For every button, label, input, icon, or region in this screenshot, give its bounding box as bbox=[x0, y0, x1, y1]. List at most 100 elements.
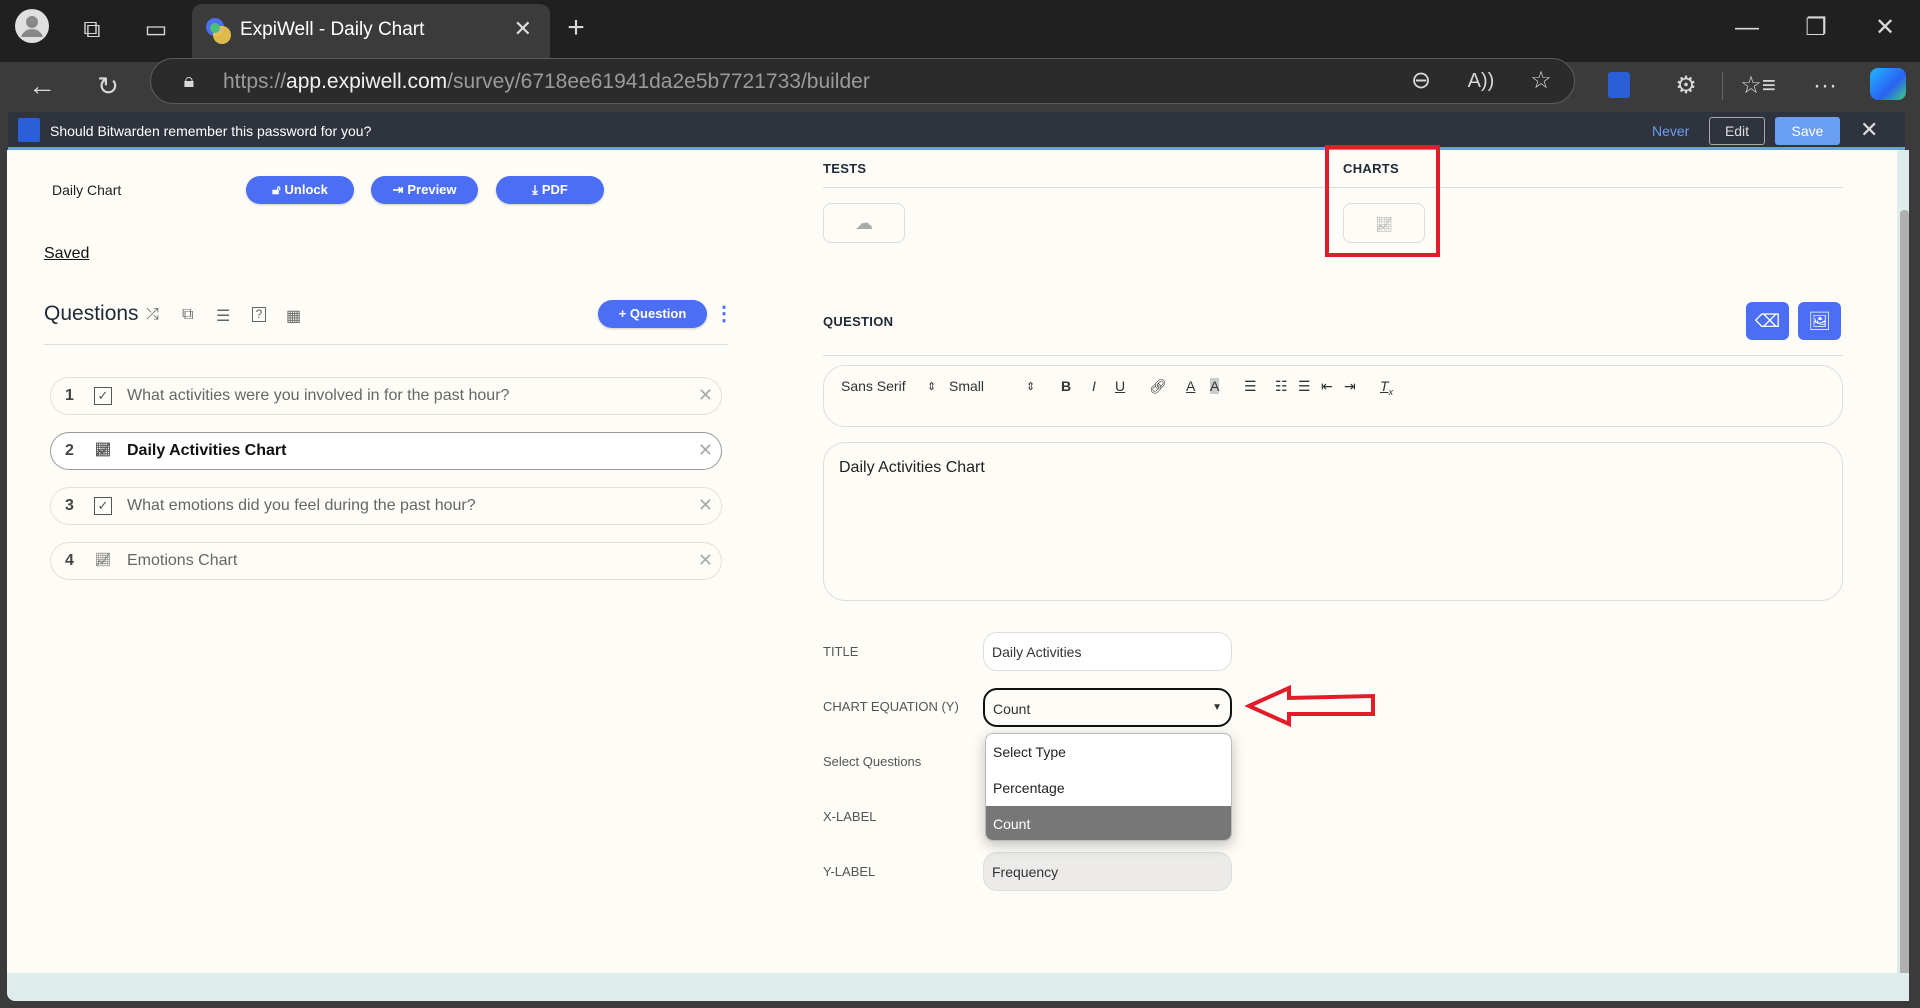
zoom-out-icon[interactable]: ⊖ bbox=[1401, 61, 1441, 101]
delete-question-icon[interactable]: ✕ bbox=[698, 495, 713, 516]
copy-icon[interactable]: ⧉ bbox=[182, 306, 193, 324]
shuffle-icon[interactable]: ⤮ bbox=[146, 306, 159, 324]
new-tab-icon[interactable]: + bbox=[556, 8, 596, 48]
copilot-icon[interactable] bbox=[1870, 68, 1906, 100]
delete-question-icon[interactable]: ✕ bbox=[698, 440, 713, 461]
unlock-button[interactable]: 🔓︎ Unlock bbox=[246, 176, 354, 204]
y-label-input[interactable]: Frequency bbox=[983, 852, 1232, 891]
workspaces-icon[interactable]: ⧉ bbox=[72, 10, 112, 50]
more-options-icon[interactable]: ⋮ bbox=[714, 300, 734, 328]
question-number: 3 bbox=[65, 497, 74, 514]
question-text-editor[interactable]: Daily Activities Chart bbox=[823, 442, 1843, 601]
brain-test-button[interactable]: ☁ bbox=[823, 203, 905, 243]
pdf-button[interactable]: ⤓ PDF bbox=[496, 176, 604, 204]
back-icon[interactable]: ← bbox=[22, 66, 62, 106]
question-text: What emotions did you feel during the pa… bbox=[127, 497, 476, 514]
expiwell-favicon-icon bbox=[206, 18, 232, 44]
question-text: Emotions Chart bbox=[127, 552, 238, 569]
read-aloud-icon[interactable]: A)) bbox=[1461, 61, 1501, 101]
bitwarden-edit-button[interactable]: Edit bbox=[1709, 117, 1765, 145]
question-item[interactable]: 1 ✓ What activities were you involved in… bbox=[50, 377, 722, 415]
scrollbar-thumb[interactable] bbox=[1900, 210, 1909, 973]
dropdown-option[interactable]: Percentage bbox=[986, 770, 1231, 806]
underline-icon[interactable]: U bbox=[1115, 378, 1125, 394]
eraser-button[interactable]: ⌫ bbox=[1746, 302, 1789, 340]
text-color-icon[interactable]: A bbox=[1186, 378, 1195, 394]
outdent-icon[interactable]: ⇤ bbox=[1321, 378, 1333, 395]
bitwarden-logo-icon bbox=[18, 118, 40, 142]
font-size-select[interactable]: Small bbox=[949, 378, 984, 394]
annotation-highlight-box bbox=[1325, 145, 1440, 257]
reload-icon[interactable]: ↻ bbox=[88, 66, 128, 106]
add-question-button[interactable]: + Question bbox=[598, 300, 707, 328]
tab-close-icon[interactable]: ✕ bbox=[514, 16, 532, 42]
checkbox-question-icon: ✓ bbox=[94, 497, 112, 515]
question-item-active[interactable]: 2 📈︎ Daily Activities Chart ✕ bbox=[50, 432, 722, 470]
question-number: 1 bbox=[65, 387, 74, 404]
question-number: 4 bbox=[65, 552, 74, 569]
window-close-icon[interactable]: ✕ bbox=[1865, 8, 1905, 48]
dropdown-option[interactable]: Select Type bbox=[986, 734, 1231, 770]
saved-status-link[interactable]: Saved bbox=[44, 245, 89, 263]
indent-icon[interactable]: ⇥ bbox=[1344, 378, 1356, 395]
extensions-icon[interactable]: ⚙ bbox=[1666, 66, 1706, 106]
x-label-label: X-LABEL bbox=[823, 809, 877, 824]
question-text: Daily Activities Chart bbox=[127, 442, 287, 459]
preview-button[interactable]: ⇥ Preview bbox=[371, 176, 478, 204]
page-footer-bar bbox=[7, 973, 1905, 1001]
address-bar[interactable]: 🔒︎ https://app.expiwell.com/survey/6718e… bbox=[150, 58, 1575, 104]
align-icon[interactable]: ☰ bbox=[1244, 378, 1257, 395]
italic-icon[interactable]: I bbox=[1092, 378, 1096, 394]
bitwarden-save-button[interactable]: Save bbox=[1775, 117, 1840, 145]
more-menu-icon[interactable]: ··· bbox=[1805, 66, 1845, 106]
lock-icon[interactable]: 🔒︎ bbox=[169, 61, 209, 101]
bullet-list-icon[interactable]: ☰ bbox=[1298, 378, 1311, 395]
font-family-select[interactable]: Sans Serif bbox=[841, 378, 906, 394]
bitwarden-message: Should Bitwarden remember this password … bbox=[50, 123, 372, 139]
checkbox-question-icon: ✓ bbox=[94, 387, 112, 405]
bitwarden-extension-icon[interactable] bbox=[1608, 72, 1630, 98]
editor-content[interactable]: Daily Activities Chart bbox=[839, 459, 985, 477]
ordered-list-icon[interactable]: ☷ bbox=[1275, 378, 1288, 395]
image-button[interactable]: 🖼︎ bbox=[1798, 302, 1841, 340]
profile-icon[interactable] bbox=[12, 8, 52, 57]
questions-heading: Questions bbox=[44, 302, 139, 325]
delete-question-icon[interactable]: ✕ bbox=[698, 550, 713, 571]
question-section-label: QUESTION bbox=[823, 314, 894, 329]
browser-tab-active[interactable]: ExpiWell - Daily Chart ✕ bbox=[192, 4, 550, 62]
questions-divider bbox=[44, 344, 728, 345]
calendar-icon[interactable]: ▦ bbox=[286, 306, 301, 326]
chart-title-input[interactable]: Daily Activities bbox=[983, 632, 1232, 671]
chart-equation-select[interactable]: Count ▼ bbox=[983, 688, 1232, 727]
chart-question-icon: 📈︎ bbox=[94, 442, 112, 457]
minimize-icon[interactable]: — bbox=[1727, 8, 1767, 48]
favorite-star-icon[interactable]: ☆ bbox=[1521, 61, 1561, 101]
unlock-label: Unlock bbox=[284, 182, 328, 197]
question-item[interactable]: 3 ✓ What emotions did you feel during th… bbox=[50, 487, 722, 525]
y-label-label: Y-LABEL bbox=[823, 864, 876, 879]
favorites-icon[interactable]: ☆≡ bbox=[1738, 66, 1778, 106]
delete-question-icon[interactable]: ✕ bbox=[698, 385, 713, 406]
annotation-arrow bbox=[1245, 684, 1375, 728]
question-item[interactable]: 4 📈︎ Emotions Chart ✕ bbox=[50, 542, 722, 580]
chart-equation-label: CHART EQUATION (Y) bbox=[823, 699, 959, 714]
chart-question-icon: 📈︎ bbox=[94, 552, 112, 567]
preview-label: Preview bbox=[407, 182, 457, 197]
font-select-arrows-icon[interactable]: ⇕ bbox=[927, 380, 936, 393]
bold-icon[interactable]: B bbox=[1061, 378, 1071, 394]
list-icon[interactable]: ☰ bbox=[216, 306, 230, 326]
vertical-tabs-icon[interactable]: ▭ bbox=[136, 10, 176, 50]
bitwarden-close-icon[interactable]: ✕ bbox=[1860, 117, 1878, 143]
dropdown-caret-icon: ▼ bbox=[1212, 702, 1222, 713]
background-color-icon[interactable]: A bbox=[1210, 378, 1220, 394]
link-icon[interactable]: 🔗︎ bbox=[1149, 378, 1167, 395]
bitwarden-never-button[interactable]: Never bbox=[1652, 123, 1689, 139]
tests-section-label: TESTS bbox=[823, 161, 867, 176]
dropdown-option-selected[interactable]: Count bbox=[986, 806, 1231, 840]
size-select-arrows-icon[interactable]: ⇕ bbox=[1026, 380, 1035, 393]
help-icon[interactable]: ? bbox=[252, 307, 266, 322]
restore-icon[interactable]: ❐ bbox=[1796, 8, 1836, 48]
unlock-icon: 🔓︎ bbox=[272, 182, 281, 197]
url-text[interactable]: https://app.expiwell.com/survey/6718ee61… bbox=[223, 70, 870, 94]
clear-format-icon[interactable]: Tx bbox=[1380, 378, 1393, 397]
